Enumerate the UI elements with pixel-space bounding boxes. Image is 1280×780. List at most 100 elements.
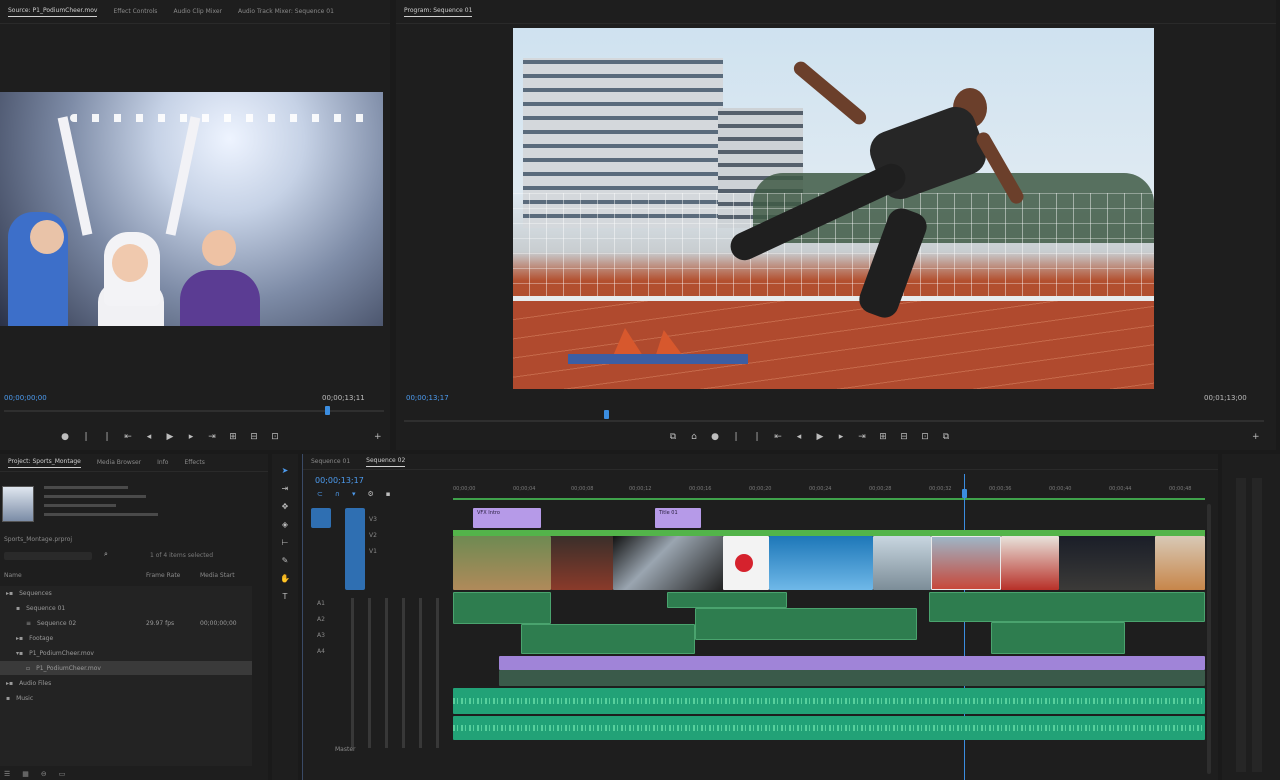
go-to-out-icon[interactable]: ⇥ <box>857 432 867 442</box>
timeline-clips-area[interactable]: VFX Intro Title 01 <box>453 504 1205 780</box>
slip-tool-icon[interactable]: ⊢ <box>279 538 291 550</box>
selection-tool-icon[interactable]: ➤ <box>279 466 291 478</box>
source-timecode-in[interactable]: 00;00;00;00 <box>4 394 47 402</box>
mark-in-icon[interactable]: | <box>731 432 741 442</box>
search-field[interactable] <box>4 552 92 560</box>
list-item[interactable]: ▪ Sequence 01 <box>0 601 252 615</box>
go-to-in-icon[interactable]: ⇤ <box>123 432 133 442</box>
list-item[interactable]: ▸▪ Sequences <box>0 586 252 600</box>
go-to-in-icon[interactable]: ⇤ <box>773 432 783 442</box>
title-clip[interactable]: Title 01 <box>655 508 701 528</box>
video-clip[interactable] <box>453 536 551 590</box>
pen-tool-icon[interactable]: ✎ <box>279 556 291 568</box>
play-icon[interactable]: ▶ <box>165 432 175 442</box>
video-clip[interactable] <box>723 536 769 590</box>
list-item-selected[interactable]: ▫ P1_PodiumCheer.mov <box>0 661 252 675</box>
tab-media-browser[interactable]: Media Browser <box>97 459 141 466</box>
track-select-tool-icon[interactable]: ⇥ <box>279 484 291 496</box>
audio-clip[interactable] <box>499 670 1205 686</box>
new-bin-icon[interactable]: ▭ <box>59 770 66 778</box>
audio-waveform-clip[interactable] <box>453 688 1205 714</box>
play-icon[interactable]: ▶ <box>815 432 825 442</box>
export-frame-icon[interactable]: ⊡ <box>920 432 930 442</box>
snap-icon[interactable]: ⊂ <box>317 490 323 498</box>
work-area-bar[interactable] <box>453 498 1205 500</box>
list-item[interactable]: ▪ Music <box>0 691 252 705</box>
home-icon[interactable]: ⌂ <box>689 432 699 442</box>
audio-clip[interactable] <box>695 608 917 640</box>
icon-view-icon[interactable]: ▦ <box>22 770 29 778</box>
overwrite-icon[interactable]: ⊟ <box>249 432 259 442</box>
mark-in-icon[interactable]: | <box>81 432 91 442</box>
hand-tool-icon[interactable]: ✋ <box>279 574 291 586</box>
tab-audio-track-mixer[interactable]: Audio Track Mixer: Sequence 01 <box>238 8 334 15</box>
timeline-vertical-scrollbar[interactable] <box>1207 504 1211 774</box>
tab-effect-controls[interactable]: Effect Controls <box>113 8 157 15</box>
list-item[interactable]: ▸▪ Footage <box>0 631 252 645</box>
list-view-icon[interactable]: ☰ <box>4 770 10 778</box>
source-playhead[interactable] <box>325 406 330 415</box>
tab-source[interactable]: Source: P1_PodiumCheer.mov <box>8 7 98 17</box>
list-item[interactable]: ▾▪ P1_PodiumCheer.mov <box>0 646 252 660</box>
go-to-out-icon[interactable]: ⇥ <box>207 432 217 442</box>
extract-icon[interactable]: ⊟ <box>899 432 909 442</box>
col-name[interactable]: Name <box>4 572 22 579</box>
program-timecode-in[interactable]: 00;00;13;17 <box>406 394 449 402</box>
audio-clip[interactable] <box>991 622 1125 654</box>
tab-effects[interactable]: Effects <box>184 459 204 466</box>
col-frame-rate[interactable]: Frame Rate <box>146 572 180 579</box>
marker-icon[interactable]: ● <box>710 432 720 442</box>
video-clip[interactable] <box>873 536 931 590</box>
search-icon[interactable]: ⌕ <box>104 550 108 559</box>
insert-icon[interactable]: ⊞ <box>228 432 238 442</box>
type-tool-icon[interactable]: T <box>279 592 291 604</box>
tab-project[interactable]: Project: Sports_Montage <box>8 458 81 468</box>
tab-audio-clip-mixer[interactable]: Audio Clip Mixer <box>173 8 222 15</box>
timeline-timecode[interactable]: 00;00;13;17 <box>315 476 364 485</box>
list-item[interactable]: ▸▪ Audio Files <box>0 676 252 690</box>
source-video-frame[interactable] <box>0 92 383 326</box>
video-clip[interactable] <box>1059 536 1155 590</box>
track-target-v1[interactable] <box>311 508 331 528</box>
audio-clip[interactable] <box>929 592 1205 622</box>
marker-icon[interactable]: ● <box>60 432 70 442</box>
zoom-slider-icon[interactable]: ⊖ <box>41 770 47 778</box>
ripple-edit-tool-icon[interactable]: ✥ <box>279 502 291 514</box>
program-video-frame[interactable] <box>513 28 1154 389</box>
comparison-view-icon[interactable]: ⧉ <box>941 432 951 442</box>
step-forward-icon[interactable]: ▸ <box>836 432 846 442</box>
step-forward-icon[interactable]: ▸ <box>186 432 196 442</box>
audio-clip[interactable] <box>453 592 551 624</box>
lift-icon[interactable]: ⧉ <box>668 432 678 442</box>
time-ruler[interactable]: 00;00;00 00;00;04 00;00;08 00;00;12 00;0… <box>453 478 1205 500</box>
title-clip[interactable]: VFX Intro <box>473 508 541 528</box>
add-marker-icon[interactable]: ▾ <box>352 490 356 498</box>
timeline-playhead[interactable] <box>962 489 967 498</box>
tab-sequence-01[interactable]: Sequence 01 <box>311 458 350 465</box>
track-controls-grid[interactable] <box>337 598 447 748</box>
tab-info[interactable]: Info <box>157 459 168 466</box>
list-item[interactable]: ≡ Sequence 02 29.97 fps 00;00;00;00 <box>0 616 252 630</box>
video-clip[interactable] <box>551 536 613 590</box>
mark-out-icon[interactable]: | <box>752 432 762 442</box>
program-playhead[interactable] <box>604 410 609 419</box>
video-clip[interactable] <box>613 536 723 590</box>
settings-icon[interactable]: ⚙ <box>368 490 374 498</box>
linked-selection-icon[interactable]: ∩ <box>335 490 340 498</box>
col-media-start[interactable]: Media Start <box>200 572 235 579</box>
tab-program[interactable]: Program: Sequence 01 <box>404 7 473 17</box>
audio-clip[interactable] <box>521 624 695 654</box>
add-button-icon[interactable]: + <box>1252 432 1260 442</box>
video-clip[interactable] <box>769 536 873 590</box>
export-frame-icon[interactable]: ⊡ <box>270 432 280 442</box>
video-clip[interactable] <box>1001 536 1059 590</box>
lift-edit-icon[interactable]: ⊞ <box>878 432 888 442</box>
tab-sequence-02[interactable]: Sequence 02 <box>366 457 406 467</box>
razor-tool-icon[interactable]: ◈ <box>279 520 291 532</box>
track-target-a1[interactable] <box>345 508 365 590</box>
program-scrubber[interactable] <box>404 420 1264 422</box>
audio-waveform-clip[interactable] <box>453 716 1205 740</box>
music-clip[interactable] <box>499 656 1205 670</box>
step-back-icon[interactable]: ◂ <box>794 432 804 442</box>
video-clip[interactable] <box>1155 536 1205 590</box>
